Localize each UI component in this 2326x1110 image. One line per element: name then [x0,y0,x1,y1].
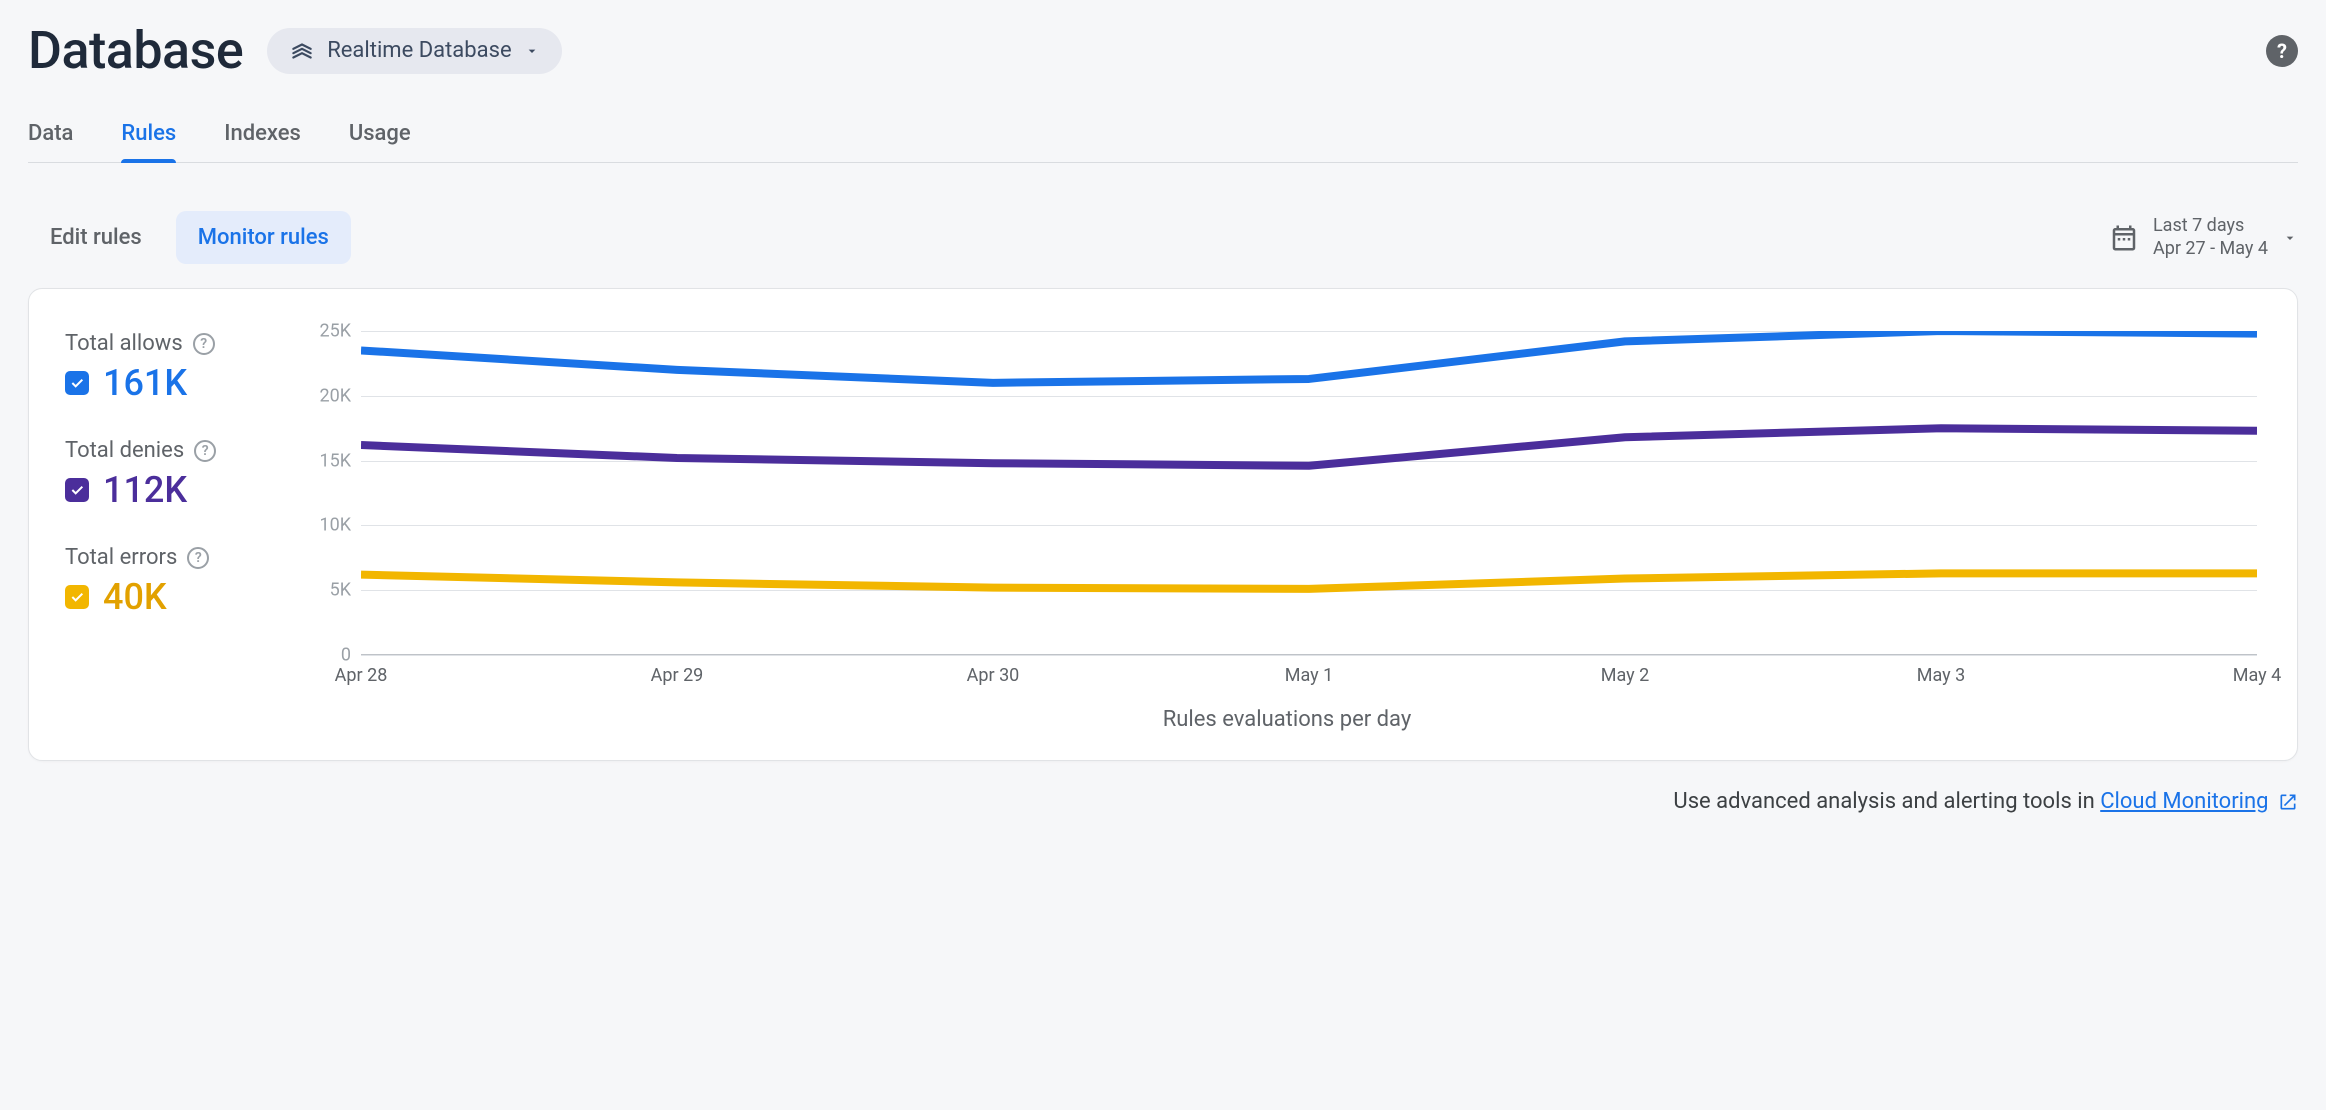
info-icon[interactable]: ? [194,440,216,462]
legend-denies-checkbox[interactable] [65,478,89,502]
chevron-down-icon [524,43,540,59]
legend-item-errors: Total errors ? 40K [65,545,285,618]
legend-denies-value: 112K [103,469,187,511]
x-tick: May 1 [1285,665,1333,686]
help-icon[interactable]: ? [2266,35,2298,67]
database-icon [289,38,315,64]
y-tick: 20K [319,385,351,406]
legend-errors-value: 40K [103,576,167,618]
subtab-edit-rules[interactable]: Edit rules [28,211,164,264]
legend-item-allows: Total allows ? 161K [65,331,285,404]
page-title: Database [28,20,243,81]
line-chart: 05K10K15K20K25KApr 28Apr 29Apr 30May 1Ma… [313,325,2261,685]
y-tick: 10K [319,515,351,536]
chevron-down-icon [2282,230,2298,246]
tab-rules[interactable]: Rules [121,109,176,162]
legend-errors-label: Total errors [65,545,177,570]
legend-allows-value: 161K [103,362,187,404]
legend-denies-label: Total denies [65,438,184,463]
calendar-icon [2109,223,2139,253]
tab-data[interactable]: Data [28,109,73,162]
legend-errors-checkbox[interactable] [65,585,89,609]
footer-text: Use advanced analysis and alerting tools… [1673,789,2100,814]
legend-item-denies: Total denies ? 112K [65,438,285,511]
database-selector-label: Realtime Database [327,38,511,63]
main-tabs: Data Rules Indexes Usage [28,109,2298,163]
rules-subtabs: Edit rules Monitor rules [28,211,351,264]
x-tick: Apr 30 [967,665,1020,686]
date-range-label: Last 7 days [2153,215,2268,238]
external-link-icon [2278,792,2298,812]
y-tick: 5K [330,580,351,601]
x-tick: Apr 28 [335,665,388,686]
y-tick: 0 [341,645,351,666]
tab-usage[interactable]: Usage [349,109,411,162]
y-tick: 15K [319,450,351,471]
chart-legend: Total allows ? 161K Total denies ? [65,325,285,732]
chart-card: Total allows ? 161K Total denies ? [28,288,2298,761]
x-tick: May 3 [1917,665,1965,686]
subtab-monitor-rules[interactable]: Monitor rules [176,211,351,264]
info-icon[interactable]: ? [193,333,215,355]
cloud-monitoring-link[interactable]: Cloud Monitoring [2100,789,2268,814]
chart-x-axis-label: Rules evaluations per day [313,707,2261,732]
date-range-value: Apr 27 - May 4 [2153,238,2268,261]
info-icon[interactable]: ? [187,547,209,569]
x-tick: May 4 [2233,665,2281,686]
database-selector[interactable]: Realtime Database [267,28,561,74]
date-range-picker[interactable]: Last 7 days Apr 27 - May 4 [2109,215,2298,260]
legend-allows-checkbox[interactable] [65,371,89,395]
y-tick: 25K [319,321,351,342]
tab-indexes[interactable]: Indexes [224,109,301,162]
x-tick: May 2 [1601,665,1649,686]
legend-allows-label: Total allows [65,331,183,356]
x-tick: Apr 29 [651,665,704,686]
